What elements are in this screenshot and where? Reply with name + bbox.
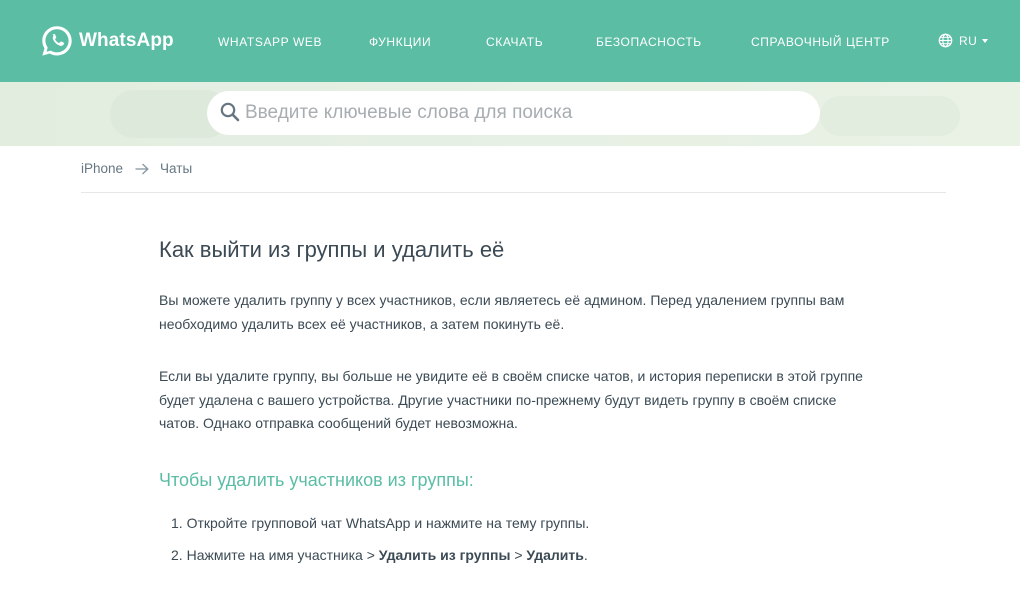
language-selector[interactable]: RU (938, 33, 989, 48)
list-item: 1. Откройте групповой чат WhatsApp и наж… (171, 513, 589, 533)
nav-download[interactable]: СКАЧАТЬ (486, 35, 543, 49)
breadcrumb-divider (81, 192, 946, 193)
step-text: Нажмите на имя участника > (186, 547, 379, 563)
step-end: . (583, 547, 588, 563)
search-box (207, 91, 820, 135)
article-subheading: Чтобы удалить участников из группы: (159, 470, 474, 490)
breadcrumb-item-chats[interactable]: Чаты (160, 161, 192, 176)
list-item: 2. Нажмите на имя участника > Удалить из… (171, 545, 589, 565)
article-paragraph-2: Если вы удалите группу, вы больше не уви… (159, 368, 863, 431)
breadcrumb-item-iphone[interactable]: iPhone (81, 161, 123, 176)
steps-list: 1. Откройте групповой чат WhatsApp и наж… (171, 513, 589, 577)
nav-whatsapp-web[interactable]: WHATSAPP WEB (218, 35, 322, 49)
breadcrumb: iPhone Чаты (81, 161, 192, 176)
logo-text: WhatsApp (79, 30, 174, 51)
arrow-right-icon (135, 163, 149, 174)
search-banner (0, 82, 1020, 146)
whatsapp-logo-icon (42, 26, 72, 56)
step-bold-remove: Удалить (526, 547, 584, 563)
article-title: Как выйти из группы и удалить её (159, 237, 505, 262)
nav-help-center[interactable]: СПРАВОЧНЫЙ ЦЕНТР (751, 35, 890, 49)
language-code: RU (959, 33, 978, 48)
help-article: Как выйти из группы и удалить её Вы може… (159, 236, 879, 563)
step-number: 1. (171, 515, 183, 531)
step-separator: > (510, 547, 527, 563)
article-paragraph-1: Вы можете удалить группу у всех участник… (159, 292, 845, 332)
nav-features[interactable]: ФУНКЦИИ (369, 35, 431, 49)
top-navigation-bar: WhatsApp WHATSAPP WEB ФУНКЦИИ СКАЧАТЬ БЕ… (0, 0, 1020, 82)
search-icon[interactable] (219, 101, 241, 123)
search-input[interactable] (245, 91, 805, 135)
step-bold-remove-from-group: Удалить из группы (378, 547, 511, 563)
step-number: 2. (171, 547, 183, 563)
nav-security[interactable]: БЕЗОПАСНОСТЬ (596, 35, 702, 49)
banner-decoration (820, 96, 960, 136)
globe-icon (938, 33, 953, 48)
step-text: Откройте групповой чат WhatsApp и нажмит… (186, 515, 590, 531)
whatsapp-logo[interactable]: WhatsApp (40, 24, 174, 58)
caret-down-icon (982, 38, 989, 43)
